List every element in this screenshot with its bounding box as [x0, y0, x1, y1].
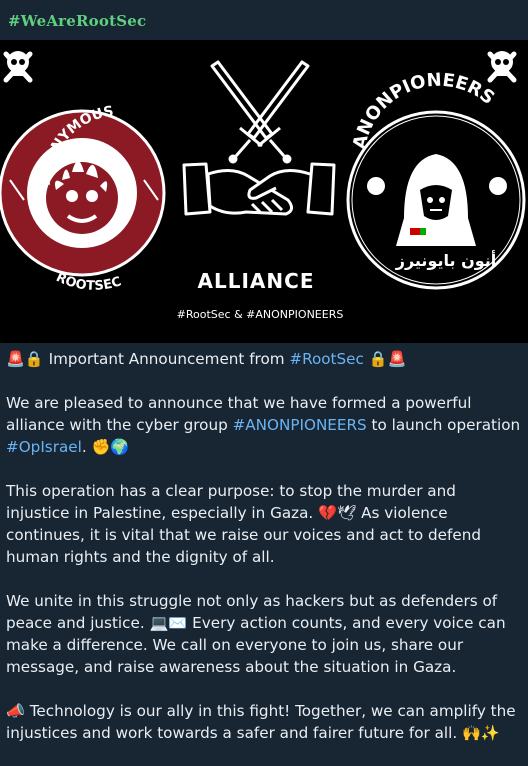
message-bubble: #WeAreRootSec ANONYMOUS ROOTSEC ALLIANCE…	[0, 0, 528, 761]
hashtag-link-rootsec[interactable]: #RootSec	[289, 350, 363, 368]
announcement-headline: 🚨🔒 Important Announcement from #RootSec …	[6, 348, 522, 370]
anonpioneers-logo-arabic: أنون بايونيرز	[395, 250, 497, 270]
banner-graphic: ANONYMOUS ROOTSEC ALLIANCE #RootSec & #A…	[0, 51, 526, 321]
message-body: 🚨🔒 Important Announcement from #RootSec …	[6, 348, 522, 766]
handshake-icon	[182, 162, 336, 216]
hashtag-link-anonpioneers[interactable]: #ANONPIONEERS	[233, 416, 367, 434]
paragraph-technology: 📣 Technology is our ally in this fight! …	[6, 702, 516, 742]
alliance-banner-image[interactable]: ANONYMOUS ROOTSEC ALLIANCE #RootSec & #A…	[0, 40, 528, 343]
paragraph-purpose: This operation has a clear purpose: to s…	[6, 482, 481, 566]
siren-lock-emoji-left: 🚨🔒	[6, 350, 44, 368]
paragraph-text: . ✊🌍	[81, 438, 130, 456]
banner-alliance-subtitle: #RootSec & #ANONPIONEERS	[177, 308, 344, 321]
channel-hashtag[interactable]: #WeAreRootSec	[8, 12, 146, 30]
skull-crossbones-icon	[487, 51, 517, 83]
paragraph-text: to launch operation	[366, 416, 521, 434]
hashtag-link-opisrael[interactable]: #OpIsrael	[6, 438, 82, 456]
crossed-swords-icon	[210, 60, 310, 164]
rootsec-logo: ANONYMOUS ROOTSEC	[0, 103, 166, 294]
anonpioneers-logo: ANONPIONEERS أنون بايونيرز	[346, 70, 526, 290]
paragraph-alliance: We are pleased to announce that we have …	[6, 392, 522, 458]
siren-lock-emoji-right: 🔒🚨	[363, 350, 407, 368]
skull-crossbones-icon	[3, 51, 33, 83]
paragraph-unite: We unite in this struggle not only as ha…	[6, 592, 506, 676]
headline-text: Important Announcement from	[43, 350, 290, 368]
banner-alliance-title: ALLIANCE	[198, 269, 315, 293]
